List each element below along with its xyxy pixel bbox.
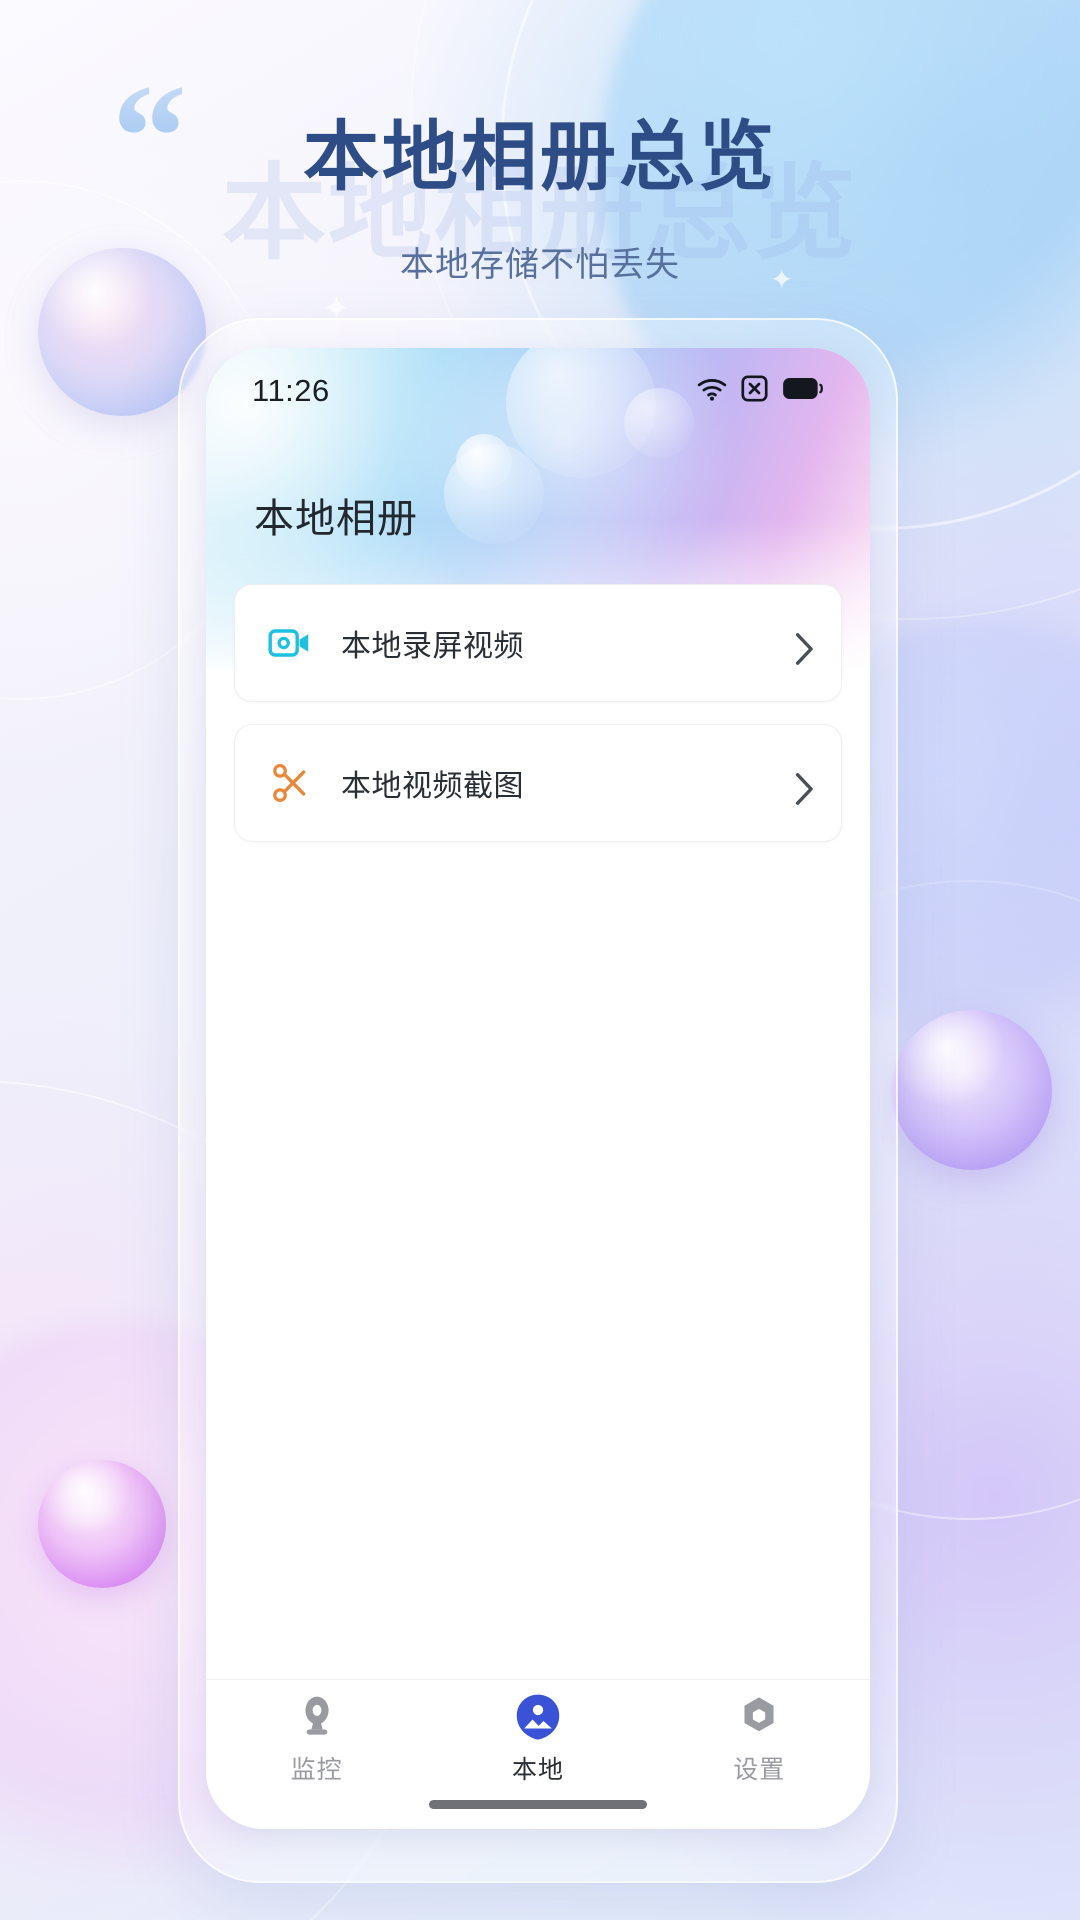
phone-screen: 11:26 本地相册 本地录屏视频 本地视频截图 监控 本地 设置 <box>206 348 870 1829</box>
battery-icon <box>782 377 824 405</box>
home-indicator[interactable] <box>429 1800 647 1809</box>
page-subtitle: 本地存储不怕丢失 <box>400 246 680 284</box>
tab-label: 监控 <box>290 1756 343 1784</box>
tab-label: 设置 <box>733 1756 786 1784</box>
status-bar: 11:26 <box>206 348 870 434</box>
tab-monitor[interactable]: 监控 <box>237 1694 397 1786</box>
chevron-right-icon <box>793 772 815 805</box>
video-camera-icon <box>267 620 313 666</box>
tab-label: 本地 <box>511 1756 564 1784</box>
list-item-label: 本地录屏视频 <box>341 630 524 663</box>
status-icons <box>697 375 824 407</box>
page-title: 本地相册总览 <box>303 115 777 200</box>
status-time: 11:26 <box>252 373 330 408</box>
decorative-sphere <box>38 1460 166 1588</box>
tab-settings[interactable]: 设置 <box>679 1694 839 1786</box>
no-signal-icon <box>741 375 768 407</box>
chevron-right-icon <box>793 632 815 665</box>
album-list: 本地录屏视频 本地视频截图 <box>234 584 842 864</box>
hexagon-gear-icon <box>736 1694 782 1740</box>
wifi-icon <box>697 377 727 406</box>
scissors-icon <box>267 760 313 806</box>
tab-local[interactable]: 本地 <box>458 1694 618 1786</box>
list-item-local-screen-recordings[interactable]: 本地录屏视频 <box>234 584 842 702</box>
promo-header: 本地相册总览 “ 本地相册总览 本地存储不怕丢失 <box>0 0 1080 320</box>
decorative-sphere <box>892 1010 1052 1170</box>
list-item-local-video-screenshots[interactable]: 本地视频截图 <box>234 724 842 842</box>
cctv-camera-icon <box>294 1694 340 1740</box>
list-item-label: 本地视频截图 <box>341 770 524 803</box>
screen-title: 本地相册 <box>254 497 418 541</box>
bottom-navigation: 监控 本地 设置 <box>206 1679 870 1829</box>
photo-mountain-icon <box>515 1694 561 1740</box>
